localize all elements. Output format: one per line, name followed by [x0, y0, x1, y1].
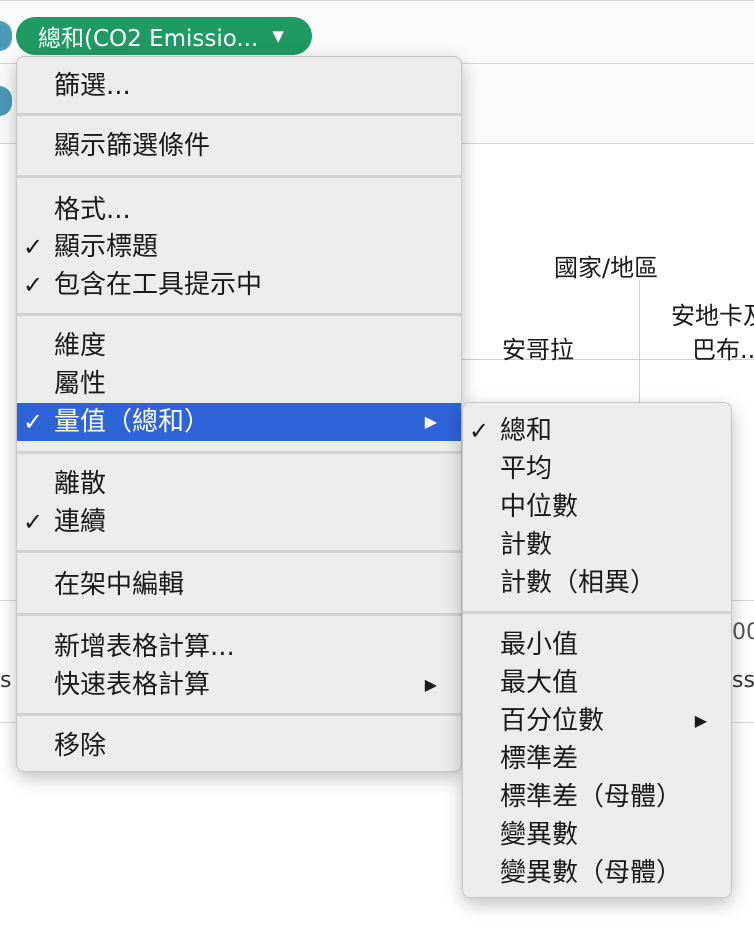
- submenu-item-median[interactable]: 中位數: [463, 488, 731, 526]
- menu-item-quick-table-calc[interactable]: 快速表格計算 ▶: [17, 666, 461, 704]
- menu-item-measure[interactable]: ✓ 量值（總和） ▶: [17, 403, 461, 441]
- submenu-item-label: 變異數（母體）: [500, 858, 683, 888]
- menu-item-dimension[interactable]: 維度: [17, 327, 461, 365]
- menu-item-discrete[interactable]: 離散: [17, 465, 461, 503]
- menu-item-show-title[interactable]: ✓ 顯示標題: [17, 228, 461, 266]
- menu-item-label: 維度: [54, 331, 107, 361]
- menu-separator: [17, 313, 461, 316]
- menu-item-label: 新增表格計算...: [54, 632, 235, 662]
- submenu-item-average[interactable]: 平均: [463, 450, 731, 488]
- submenu-item-count-distinct[interactable]: 計數（相異）: [463, 564, 731, 602]
- menu-separator: [17, 713, 461, 716]
- caret-down-icon[interactable]: ▼: [272, 27, 284, 45]
- submenu-item-variance-pop[interactable]: 變異數（母體）: [463, 854, 731, 892]
- menu-item-label: 連續: [54, 507, 107, 537]
- submenu-arrow-icon: ▶: [424, 675, 437, 694]
- submenu-item-std-dev[interactable]: 標準差: [463, 740, 731, 778]
- menu-item-label: 顯示篩選條件: [54, 131, 211, 161]
- checkmark-icon: ✓: [23, 271, 44, 299]
- measure-pill-label: 總和(CO2 Emissio...: [38, 26, 259, 52]
- submenu-item-label: 最大值: [500, 668, 579, 698]
- axis-label-fragment: 00: [732, 620, 754, 645]
- submenu-item-label: 計數: [500, 530, 553, 560]
- submenu-item-sum[interactable]: ✓ 總和: [463, 412, 731, 450]
- axis-title-fragment: ss: [732, 668, 754, 693]
- pill-context-menu: 篩選... 顯示篩選條件 格式... ✓ 顯示標題 ✓ 包含在工具提示中 維度 …: [16, 56, 462, 772]
- country-header: 國家/地區: [554, 254, 659, 282]
- submenu-item-label: 計數（相異）: [500, 568, 657, 598]
- submenu-item-label: 中位數: [500, 492, 579, 522]
- menu-separator: [463, 611, 731, 614]
- menu-item-label: 離散: [54, 469, 107, 499]
- aggregation-submenu: ✓ 總和 平均 中位數 計數 計數（相異） 最小值 最大值 百分位數 ▶ 標準差…: [462, 402, 732, 898]
- menu-item-label: 移除: [54, 731, 107, 761]
- submenu-item-label: 最小值: [500, 630, 579, 660]
- shelf-field-pill-partial[interactable]: [0, 21, 12, 51]
- menu-item-label: 顯示標題: [54, 232, 159, 262]
- menu-item-label: 包含在工具提示中: [54, 270, 263, 300]
- menu-item-label: 篩選...: [54, 71, 131, 101]
- column-header-antigua-line2[interactable]: 巴布...: [692, 330, 754, 365]
- submenu-arrow-icon: ▶: [424, 412, 437, 431]
- menu-item-label: 格式...: [54, 195, 131, 225]
- checkmark-icon: ✓: [23, 508, 44, 536]
- submenu-item-variance[interactable]: 變異數: [463, 816, 731, 854]
- menu-item-label: 快速表格計算: [54, 670, 211, 700]
- submenu-item-percentile[interactable]: 百分位數 ▶: [463, 702, 731, 740]
- submenu-item-label: 總和: [500, 416, 553, 446]
- menu-item-format[interactable]: 格式...: [17, 191, 461, 229]
- menu-item-label: 屬性: [54, 369, 107, 399]
- submenu-item-label: 平均: [500, 454, 553, 484]
- menu-separator: [17, 113, 461, 116]
- menu-separator: [17, 613, 461, 616]
- measure-pill[interactable]: 總和(CO2 Emissio... ▼: [16, 17, 312, 55]
- menu-item-filter[interactable]: 篩選...: [17, 67, 461, 105]
- submenu-item-label: 百分位數: [500, 706, 605, 736]
- submenu-item-minimum[interactable]: 最小值: [463, 626, 731, 664]
- menu-item-show-filter[interactable]: 顯示篩選條件: [17, 127, 461, 165]
- menu-item-include-tooltip[interactable]: ✓ 包含在工具提示中: [17, 266, 461, 304]
- column-header-angola[interactable]: 安哥拉: [502, 330, 574, 365]
- checkmark-icon: ✓: [23, 408, 44, 436]
- checkmark-icon: ✓: [23, 233, 44, 261]
- submenu-item-std-dev-pop[interactable]: 標準差（母體）: [463, 778, 731, 816]
- menu-item-add-table-calc[interactable]: 新增表格計算...: [17, 628, 461, 666]
- menu-item-continuous[interactable]: ✓ 連續: [17, 503, 461, 541]
- menu-separator: [17, 175, 461, 178]
- menu-separator: [17, 550, 461, 553]
- checkmark-icon: ✓: [469, 417, 490, 445]
- menu-item-label: 在架中編輯: [54, 570, 185, 600]
- menu-item-label: 量值（總和）: [54, 407, 211, 437]
- submenu-arrow-icon: ▶: [694, 711, 707, 730]
- submenu-item-label: 變異數: [500, 820, 579, 850]
- menu-item-edit-in-shelf[interactable]: 在架中編輯: [17, 566, 461, 604]
- submenu-item-label: 標準差: [500, 744, 579, 774]
- submenu-item-maximum[interactable]: 最大值: [463, 664, 731, 702]
- menu-item-remove[interactable]: 移除: [17, 727, 461, 765]
- column-header-antigua-line1[interactable]: 安地卡及: [671, 296, 754, 331]
- menu-item-attribute[interactable]: 屬性: [17, 365, 461, 403]
- submenu-item-count[interactable]: 計數: [463, 526, 731, 564]
- submenu-item-label: 標準差（母體）: [500, 782, 683, 812]
- menu-separator: [17, 451, 461, 454]
